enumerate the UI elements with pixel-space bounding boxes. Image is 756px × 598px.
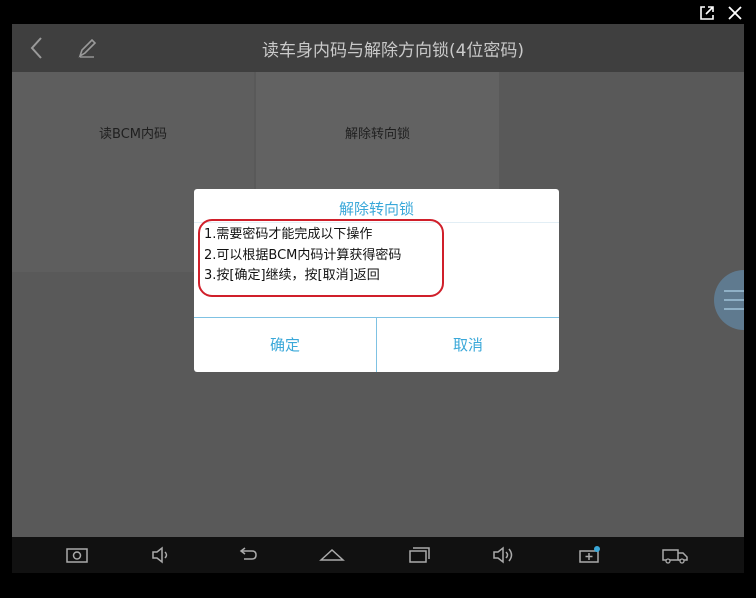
page-title: 读车身内码与解除方向锁(4位密码) xyxy=(261,41,525,61)
truck-icon[interactable] xyxy=(661,545,688,565)
menu-line xyxy=(724,299,744,301)
dialog-title: 解除转向锁 xyxy=(338,200,414,218)
side-menu-button[interactable] xyxy=(714,270,744,330)
app-frame: 读车身内码与解除方向锁(4位密码) 读BCM内码 解除转向锁 解除转向锁 1.需… xyxy=(0,0,756,598)
menu-line xyxy=(724,290,744,292)
title-bar: 读车身内码与解除方向锁(4位密码) xyxy=(12,24,744,72)
home-icon[interactable] xyxy=(319,545,345,565)
window-controls xyxy=(698,0,756,26)
volume-down-icon[interactable] xyxy=(149,545,175,565)
camera-icon[interactable] xyxy=(64,545,90,565)
volume-up-icon[interactable] xyxy=(491,545,517,565)
external-window-icon[interactable] xyxy=(698,4,716,22)
tile-label: 读BCM内码 xyxy=(99,127,167,142)
red-highlight-annotation xyxy=(198,219,444,297)
nav-back-icon[interactable] xyxy=(234,545,260,565)
menu-line xyxy=(724,308,744,310)
close-icon[interactable] xyxy=(726,4,744,22)
recents-icon[interactable] xyxy=(406,545,432,565)
ok-button[interactable]: 确定 xyxy=(194,318,376,372)
android-nav-bar xyxy=(12,537,744,573)
vci-icon[interactable] xyxy=(576,545,602,565)
tile-label: 解除转向锁 xyxy=(344,127,410,142)
cancel-button[interactable]: 取消 xyxy=(377,318,559,372)
unlock-steering-dialog: 解除转向锁 1.需要密码才能完成以下操作 2.可以根据BCM内码计算获得密码 3… xyxy=(194,189,559,372)
